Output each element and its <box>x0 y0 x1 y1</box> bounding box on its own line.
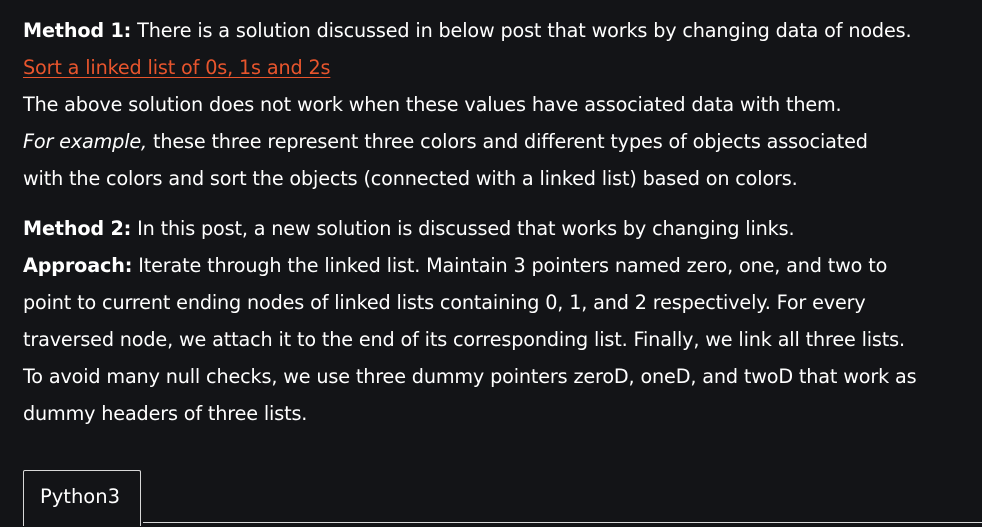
tab-python3-label: Python3 <box>40 485 120 508</box>
approach-label: Approach: <box>23 254 133 277</box>
code-tab-bar: Python3 <box>23 470 982 527</box>
method-2-text: In this post, a new solution is discusse… <box>131 217 795 240</box>
example-label: For example, <box>23 130 147 153</box>
approach-line: Approach: Iterate through the linked lis… <box>23 247 973 284</box>
link-line: Sort a linked list of 0s, 1s and 2s <box>23 49 973 86</box>
example-text: these three represent three colors and d… <box>147 130 868 153</box>
tab-python3[interactable]: Python3 <box>23 470 141 526</box>
approach-line-5: dummy headers of three lists. <box>23 402 308 425</box>
method-1-label: Method 1: <box>23 19 132 42</box>
article-content: Method 1: There is a solution discussed … <box>23 12 973 432</box>
approach-text: Iterate through the linked list. Maintai… <box>132 254 888 277</box>
method-2-label: Method 2: <box>23 217 132 240</box>
approach-line-4: To avoid many null checks, we use three … <box>23 365 917 388</box>
method-1-text: There is a solution discussed in below p… <box>131 19 912 42</box>
approach-line-3: traversed node, we attach it to the end … <box>23 328 905 351</box>
method-1-line: Method 1: There is a solution discussed … <box>23 12 973 49</box>
sort-linked-list-link[interactable]: Sort a linked list of 0s, 1s and 2s <box>23 56 331 79</box>
example-line: For example, these three represent three… <box>23 123 973 160</box>
above-solution-text: The above solution does not work when th… <box>23 93 842 116</box>
method-2-line: Method 2: In this post, a new solution i… <box>23 210 973 247</box>
example-line-2: with the colors and sort the objects (co… <box>23 167 798 190</box>
tab-divider <box>143 522 982 523</box>
approach-line-2: point to current ending nodes of linked … <box>23 291 866 314</box>
